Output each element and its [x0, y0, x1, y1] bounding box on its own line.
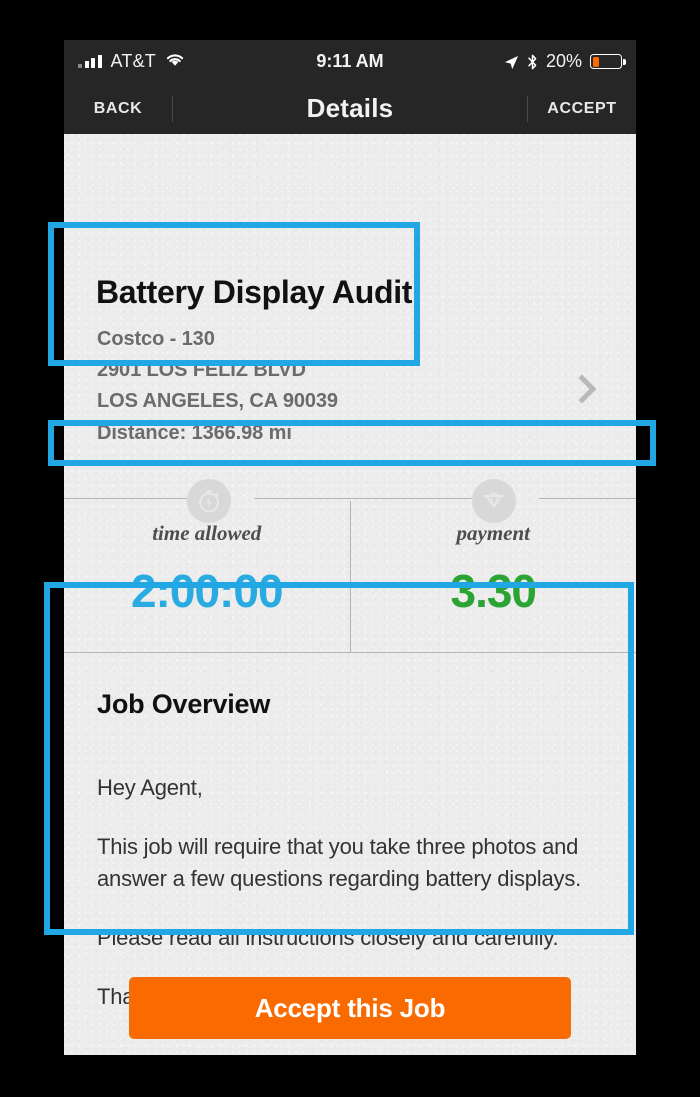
location-address-block[interactable]: Costco - 130 2901 LOS FELIZ BLVD LOS ANG…: [97, 324, 338, 449]
distance-label: Distance: 1366.98 mi: [97, 421, 292, 444]
status-bar-left: AT&T: [78, 51, 185, 72]
stats-section: time allowed 2:00:00 payment 3.30: [64, 479, 636, 653]
cellular-signal-icon: [78, 55, 102, 68]
battery-fill: [592, 56, 599, 67]
accept-nav-button[interactable]: ACCEPT: [528, 100, 636, 118]
location-name: Costco - 130: [97, 328, 215, 350]
status-bar: AT&T 9:11 AM 20%: [64, 40, 636, 83]
battery-icon: [590, 54, 626, 69]
time-allowed-label: time allowed: [152, 521, 262, 545]
address-line-2: LOS ANGELES, CA 90039: [97, 390, 338, 413]
stat-payment: payment 3.30: [349, 501, 637, 652]
stats-grid: time allowed 2:00:00 payment 3.30: [64, 501, 636, 652]
chevron-right-icon[interactable]: [578, 374, 598, 404]
wifi-icon: [165, 52, 185, 72]
payment-value: 3.30: [450, 565, 537, 617]
phone-screenshot: AT&T 9:11 AM 20% BACK Details ACCEPT Bat…: [0, 0, 700, 1097]
job-overview-heading: Job Overview: [97, 689, 271, 719]
stats-bottom-rule: [64, 652, 636, 653]
stat-time-allowed: time allowed 2:00:00: [64, 501, 350, 652]
time-allowed-value: 2:00:00: [130, 565, 284, 617]
job-title: Battery Display Audit: [96, 274, 413, 310]
phone-screen: AT&T 9:11 AM 20% BACK Details ACCEPT Bat…: [64, 40, 636, 1055]
stats-rule-row: [64, 479, 636, 523]
address-line-1: 2901 LOS FELIZ BLVD: [97, 359, 306, 382]
overview-paragraph: Hey Agent,: [97, 775, 203, 800]
accept-this-job-button[interactable]: Accept this Job: [129, 977, 571, 1039]
location-arrow-icon: [504, 54, 519, 70]
overview-paragraph: Please read all instructions closely and…: [97, 925, 559, 951]
navigation-bar: BACK Details ACCEPT: [64, 83, 636, 134]
overview-paragraph: This job will require that you take thre…: [97, 834, 582, 892]
accept-job-button-container: Accept this Job: [64, 977, 636, 1039]
details-content: Battery Display Audit Costco - 130 2901 …: [64, 134, 636, 1055]
job-overview-body: Hey Agent, This job will require that yo…: [64, 720, 636, 1014]
status-bar-right: 20%: [504, 51, 626, 72]
page-title: Details: [306, 93, 394, 123]
back-button[interactable]: BACK: [64, 100, 172, 118]
payment-label: payment: [456, 521, 531, 545]
bluetooth-icon: [527, 54, 538, 70]
carrier-label: AT&T: [110, 51, 156, 71]
battery-percent-label: 20%: [545, 51, 582, 71]
